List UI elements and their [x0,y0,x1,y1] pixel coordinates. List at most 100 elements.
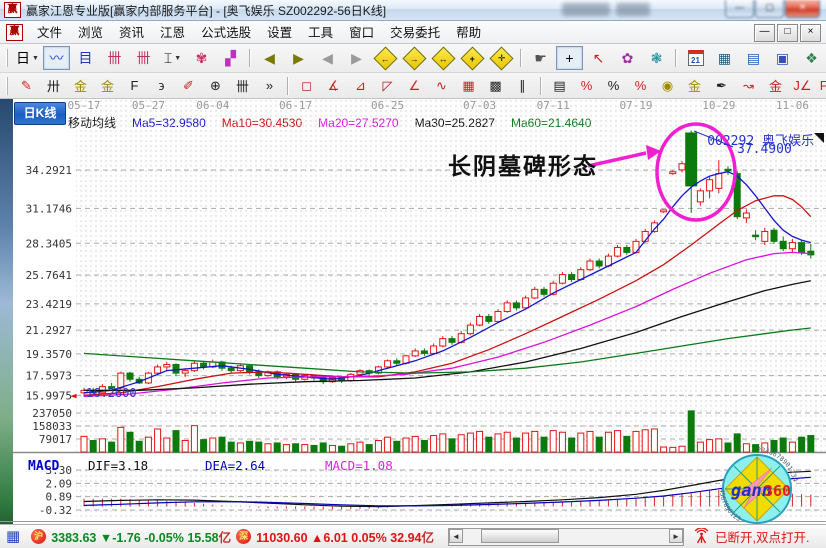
wave-tool-button[interactable]: ↝ [736,75,761,97]
mdi-minimize-button[interactable]: — [754,24,775,42]
ink-pen-button[interactable]: ✒ [709,75,734,97]
macd-info-item: MACD=1.08 [325,458,393,473]
chart-area[interactable]: 日K线 移动均线Ma5=32.9580Ma10=30.4530Ma20=27.5… [0,99,826,524]
mark-pencil-button[interactable]: ✐ [176,75,201,97]
horizontal-scrollbar[interactable]: ◄ ► [448,528,684,546]
j-angle-button[interactable]: J∠ [790,75,815,97]
menu-item-设置[interactable]: 设置 [259,24,300,42]
last-bar-button-icon: ▶ [293,50,304,67]
expand-button[interactable]: ✛ [488,46,515,70]
box-tool-button[interactable]: ◻ [294,75,319,97]
zoom-left-button[interactable]: ← [372,46,399,70]
crosshair-button[interactable]: + [556,46,583,70]
more-tools-button[interactable]: » [257,75,282,97]
candle-body [679,164,685,170]
pointer-tool-button[interactable]: ↖ [585,46,612,70]
menu-item-工具[interactable]: 工具 [300,24,341,42]
scrollbar-thumb[interactable] [481,529,559,543]
gann-flower-button[interactable]: ✿ [614,46,641,70]
tick-ruler-button[interactable]: 卌 [230,75,255,97]
zoom-x-button[interactable]: ↔ [430,46,457,70]
hand-tool-button[interactable]: ☛ [527,46,554,70]
percent-button[interactable]: % [601,75,626,97]
toolbar-grip[interactable] [6,77,8,95]
scroll-right-arrow[interactable]: ► [669,529,683,543]
spiral-tool-button[interactable]: ϶ [149,75,174,97]
keyboard-icon[interactable]: ▦ [6,529,20,544]
gold-lines-button[interactable]: 金 [682,75,707,97]
pointer-tool-button-icon: ↖ [593,50,605,67]
analysis-button[interactable]: ❃ [643,46,670,70]
price-axis-label: 21.2927 [26,324,72,337]
volume-bar [780,438,786,452]
connection-status[interactable]: 已断开,双点打开. [715,527,809,546]
chart-9-button[interactable]: 卌 [130,46,157,70]
mdi-close-button[interactable]: × [800,24,821,42]
zigzag-button[interactable]: ∿ [429,75,454,97]
prev-bar-button[interactable]: ◀ [314,46,341,70]
gold-ruler2-button[interactable]: 金 [95,75,120,97]
calendar-button[interactable]: 21 [682,46,709,70]
scroll-left-arrow[interactable]: ◄ [449,529,463,543]
menu-item-浏览[interactable]: 浏览 [70,24,111,42]
menu-item-文件[interactable]: 文件 [29,24,70,42]
zoom-right-button[interactable]: → [401,46,428,70]
net-button[interactable]: ❖ [798,46,825,70]
shanghai-index-quote[interactable]: 3383.63 ▼-1.76 -0.05% 15.58亿 [51,527,231,546]
info-panel-button[interactable]: 目 [72,46,99,70]
pattern-tool-button[interactable]: ✾ [188,46,215,70]
calculator-button[interactable]: ▦ [711,46,738,70]
mdi-restore-button[interactable]: □ [777,24,798,42]
menu-item-窗口[interactable]: 窗口 [341,24,382,42]
shenzhen-exchange-icon[interactable]: 深 [236,529,251,544]
f-ruler-button[interactable]: F [122,75,147,97]
gold-mark-button[interactable]: 金 [763,75,788,97]
menu-item-帮助[interactable]: 帮助 [448,24,489,42]
chart-root: 05-1705-2706-0406-1706-2507-0307-1107-19… [0,99,826,523]
toolbar-separator [249,49,251,67]
color-histogram-button[interactable]: ▞ [217,46,244,70]
menu-item-资讯[interactable]: 资讯 [111,24,152,42]
notes-button[interactable]: ▤ [740,46,767,70]
chart-3-button[interactable]: 卌 [101,46,128,70]
grid-tool2-button[interactable]: ▩ [483,75,508,97]
first-bar-button[interactable]: ◀ [256,46,283,70]
percent-slash-button[interactable]: % [574,75,599,97]
f-angle-button[interactable]: F∠ [817,75,826,97]
grid-tool-button[interactable]: ▦ [456,75,481,97]
ruler-tool-button[interactable]: 卅 [41,75,66,97]
volume-bar [145,437,151,452]
crosshair-button-icon: + [565,50,573,66]
fan-lines-button[interactable]: ∡ [321,75,346,97]
menu-item-交易委托[interactable]: 交易委托 [382,24,448,42]
indicator-wave-button[interactable]: 〰 [43,46,70,70]
fan-box2-button[interactable]: ◸ [375,75,400,97]
candlestick-chart[interactable]: 05-1705-2706-0406-1706-2507-0307-1107-19… [0,99,826,524]
shenzhen-index-quote[interactable]: 11030.60 ▲6.01 0.05% 32.94亿 [256,527,434,546]
gold-ruler1-button[interactable]: 金 [68,75,93,97]
pencil-tool-button[interactable]: ✎ [14,75,39,97]
circle-ruler-button[interactable]: ⊕ [203,75,228,97]
maximize-button[interactable]: ▢ [755,0,784,18]
angle-lines-button[interactable]: ∠ [402,75,427,97]
next-bar-button[interactable]: ▶ [343,46,370,70]
compress-button[interactable]: + [459,46,486,70]
fan-box2-button-icon: ◸ [383,78,393,94]
fan-box-button[interactable]: ⊿ [348,75,373,97]
kline-period-button[interactable]: 日▼ [14,46,41,70]
menu-item-公式选股[interactable]: 公式选股 [193,24,259,42]
menu-item-江恩[interactable]: 江恩 [152,24,193,42]
candle-style-button[interactable]: ⌶▼ [159,46,186,70]
compress-button-icon: + [460,46,484,70]
percent-lines-button[interactable]: % [628,75,653,97]
shanghai-exchange-icon[interactable]: 沪 [31,529,46,544]
save-button[interactable]: ▣ [769,46,796,70]
volume-bar [421,440,427,452]
gauge-button[interactable]: ▤ [547,75,572,97]
parallel-lines-button[interactable]: ∥ [510,75,535,97]
gold-circle-button[interactable]: ◉ [655,75,680,97]
minimize-button[interactable]: — [725,0,754,18]
last-bar-button[interactable]: ▶ [285,46,312,70]
toolbar-grip[interactable] [6,49,8,67]
close-button[interactable]: ✕ [785,0,820,18]
